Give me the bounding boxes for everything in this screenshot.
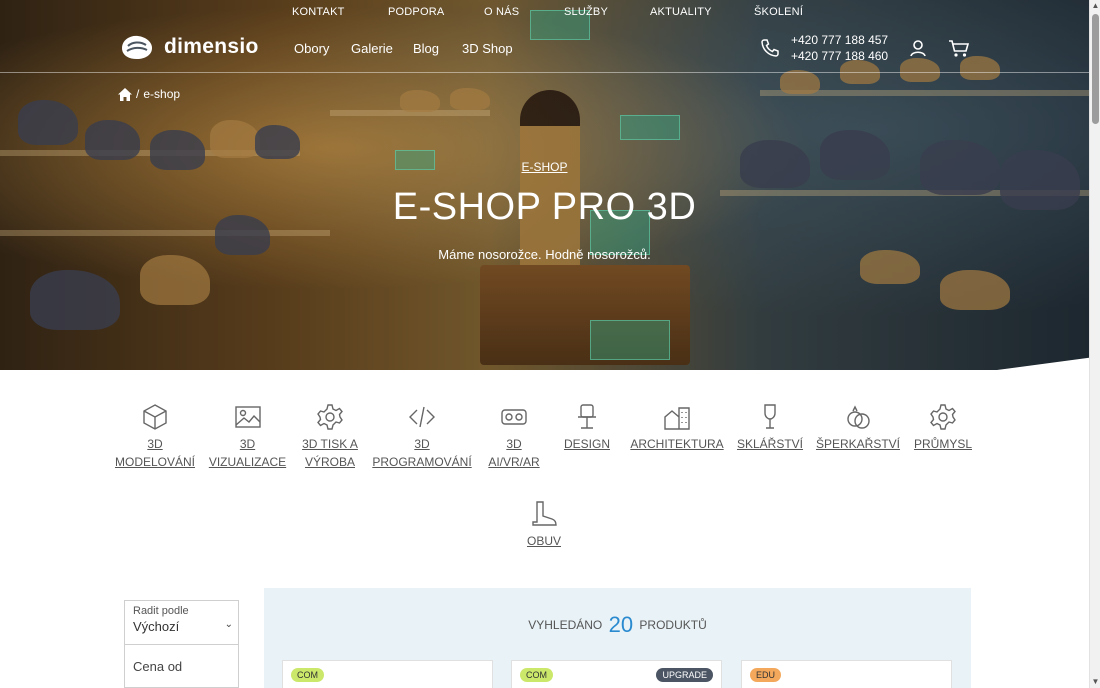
category-label: MODELOVÁNÍ <box>114 455 195 469</box>
chair-icon <box>578 404 596 429</box>
topnav-o-nas[interactable]: O NÁS <box>484 6 519 18</box>
nav-blog[interactable]: Blog <box>413 41 439 56</box>
category-label: PRŮMYSL <box>913 437 972 451</box>
license-badge: COM <box>291 668 324 682</box>
header-divider <box>0 72 1089 73</box>
topnav-sluzby[interactable]: SLUŽBY <box>564 6 608 18</box>
category-label: ARCHITEKTURA <box>630 437 724 451</box>
category-label: 3D TISK A <box>302 437 358 451</box>
category-label: 3D <box>506 437 522 451</box>
category-obuv[interactable]: OBUV <box>514 500 574 550</box>
category-label: ŠPERKAŘSTVÍ <box>815 437 901 451</box>
category-label: DESIGN <box>563 437 610 451</box>
boot-icon <box>532 501 557 526</box>
category-label: 3D <box>239 437 256 451</box>
results-prefix: VYHLEDÁNO <box>528 618 603 632</box>
filter-panel: Radit podle Výchozí ⌄ Cena od <box>124 600 239 688</box>
logo-icon <box>122 35 152 59</box>
upgrade-badge: UPGRADE <box>656 668 713 682</box>
results-suffix: PRODUKTŮ <box>639 618 707 632</box>
phone-icon[interactable] <box>760 38 780 58</box>
hero-eyebrow-link[interactable]: E-SHOP <box>0 160 1089 174</box>
category-3d-tisk[interactable]: 3D TISK A VÝROBA <box>295 403 365 471</box>
scroll-down-icon[interactable]: ▼ <box>1091 677 1100 686</box>
rings-icon <box>847 405 870 429</box>
category-label: AI/VR/AR <box>488 455 540 469</box>
brand-name: dimensio <box>164 35 259 58</box>
category-label: SKLÁŘSTVÍ <box>736 437 804 451</box>
product-card[interactable]: COM <box>282 660 493 688</box>
contact-phones: +420 777 188 457 +420 777 188 460 <box>791 32 888 64</box>
category-architektura[interactable]: ARCHITEKTURA <box>628 403 726 453</box>
nav-galerie[interactable]: Galerie <box>351 41 393 56</box>
results-number: 20 <box>608 612 634 637</box>
category-label: VIZUALIZACE <box>208 455 287 469</box>
results-panel: VYHLEDÁNO 20 PRODUKTŮ COM COM UPGRADE ED… <box>264 588 971 688</box>
category-label: PROGRAMOVÁNÍ <box>372 455 472 469</box>
category-label: 3D <box>414 437 430 451</box>
sort-label: Radit podle <box>133 605 189 617</box>
topnav-aktuality[interactable]: AKTUALITY <box>650 6 712 18</box>
category-label: VÝROBA <box>304 455 355 469</box>
wine-glass-icon <box>764 404 776 429</box>
results-count: VYHLEDÁNO 20 PRODUKTŮ <box>264 612 971 638</box>
gear-icon <box>930 404 956 430</box>
product-card[interactable]: COM UPGRADE <box>511 660 722 688</box>
category-sperkarstvi[interactable]: ŠPERKAŘSTVÍ <box>814 403 902 453</box>
topnav-kontakt[interactable]: KONTAKT <box>292 6 345 18</box>
phone-number-1[interactable]: +420 777 188 457 <box>791 32 888 48</box>
cube-icon <box>143 404 167 430</box>
sort-select[interactable]: Radit podle Výchozí ⌄ <box>125 601 238 645</box>
price-from-input[interactable]: Cena od <box>125 645 238 688</box>
category-label: 3D <box>147 437 163 451</box>
brand-logo[interactable]: dimensio <box>118 32 259 62</box>
nav-obory[interactable]: Obory <box>294 41 329 56</box>
gear-icon <box>317 404 343 430</box>
buildings-icon <box>664 407 690 430</box>
image-icon <box>234 406 261 428</box>
product-card[interactable]: EDU <box>741 660 952 688</box>
cart-icon[interactable] <box>948 38 970 58</box>
top-navigation: KONTAKT PODPORA O NÁS SLUŽBY AKTUALITY Š… <box>0 6 1089 22</box>
category-3d-vizualizace[interactable]: 3D VIZUALIZACE <box>205 403 290 471</box>
user-icon[interactable] <box>908 38 928 58</box>
chevron-down-icon: ⌄ <box>224 619 233 630</box>
topnav-podpora[interactable]: PODPORA <box>388 6 444 18</box>
home-icon[interactable] <box>118 87 132 101</box>
category-label: OBUV <box>526 534 561 548</box>
hero-subtitle: Máme nosorožce. Hodně nosorožců. <box>438 247 651 262</box>
breadcrumb-separator: / <box>136 87 140 101</box>
breadcrumb-current: e-shop <box>143 87 181 101</box>
phone-number-2[interactable]: +420 777 188 460 <box>791 48 888 64</box>
topnav-skoleni[interactable]: ŠKOLENÍ <box>754 6 803 18</box>
scroll-up-icon[interactable]: ▲ <box>1091 1 1100 10</box>
category-3d-ai-vr-ar[interactable]: 3D AI/VR/AR <box>480 403 548 471</box>
category-prumysl[interactable]: PRŮMYSL <box>910 403 976 453</box>
breadcrumb: / e-shop <box>118 87 180 101</box>
license-badge: EDU <box>750 668 782 682</box>
scrollbar-thumb[interactable] <box>1092 14 1099 124</box>
vr-headset-icon <box>501 409 527 425</box>
nav-3d-shop[interactable]: 3D Shop <box>462 41 513 56</box>
code-icon <box>409 406 435 428</box>
category-3d-programovani[interactable]: 3D PROGRAMOVÁNÍ <box>370 403 474 471</box>
category-3d-modelovani[interactable]: 3D MODELOVÁNÍ <box>110 403 200 471</box>
page-title: E-SHOP PRO 3D <box>392 186 697 228</box>
license-badge: COM <box>520 668 553 682</box>
page-scrollbar[interactable]: ▲ ▼ <box>1089 0 1100 688</box>
category-design[interactable]: DESIGN <box>558 403 616 453</box>
sort-value: Výchozí <box>133 619 180 634</box>
category-sklarstvi[interactable]: SKLÁŘSTVÍ <box>734 403 806 453</box>
